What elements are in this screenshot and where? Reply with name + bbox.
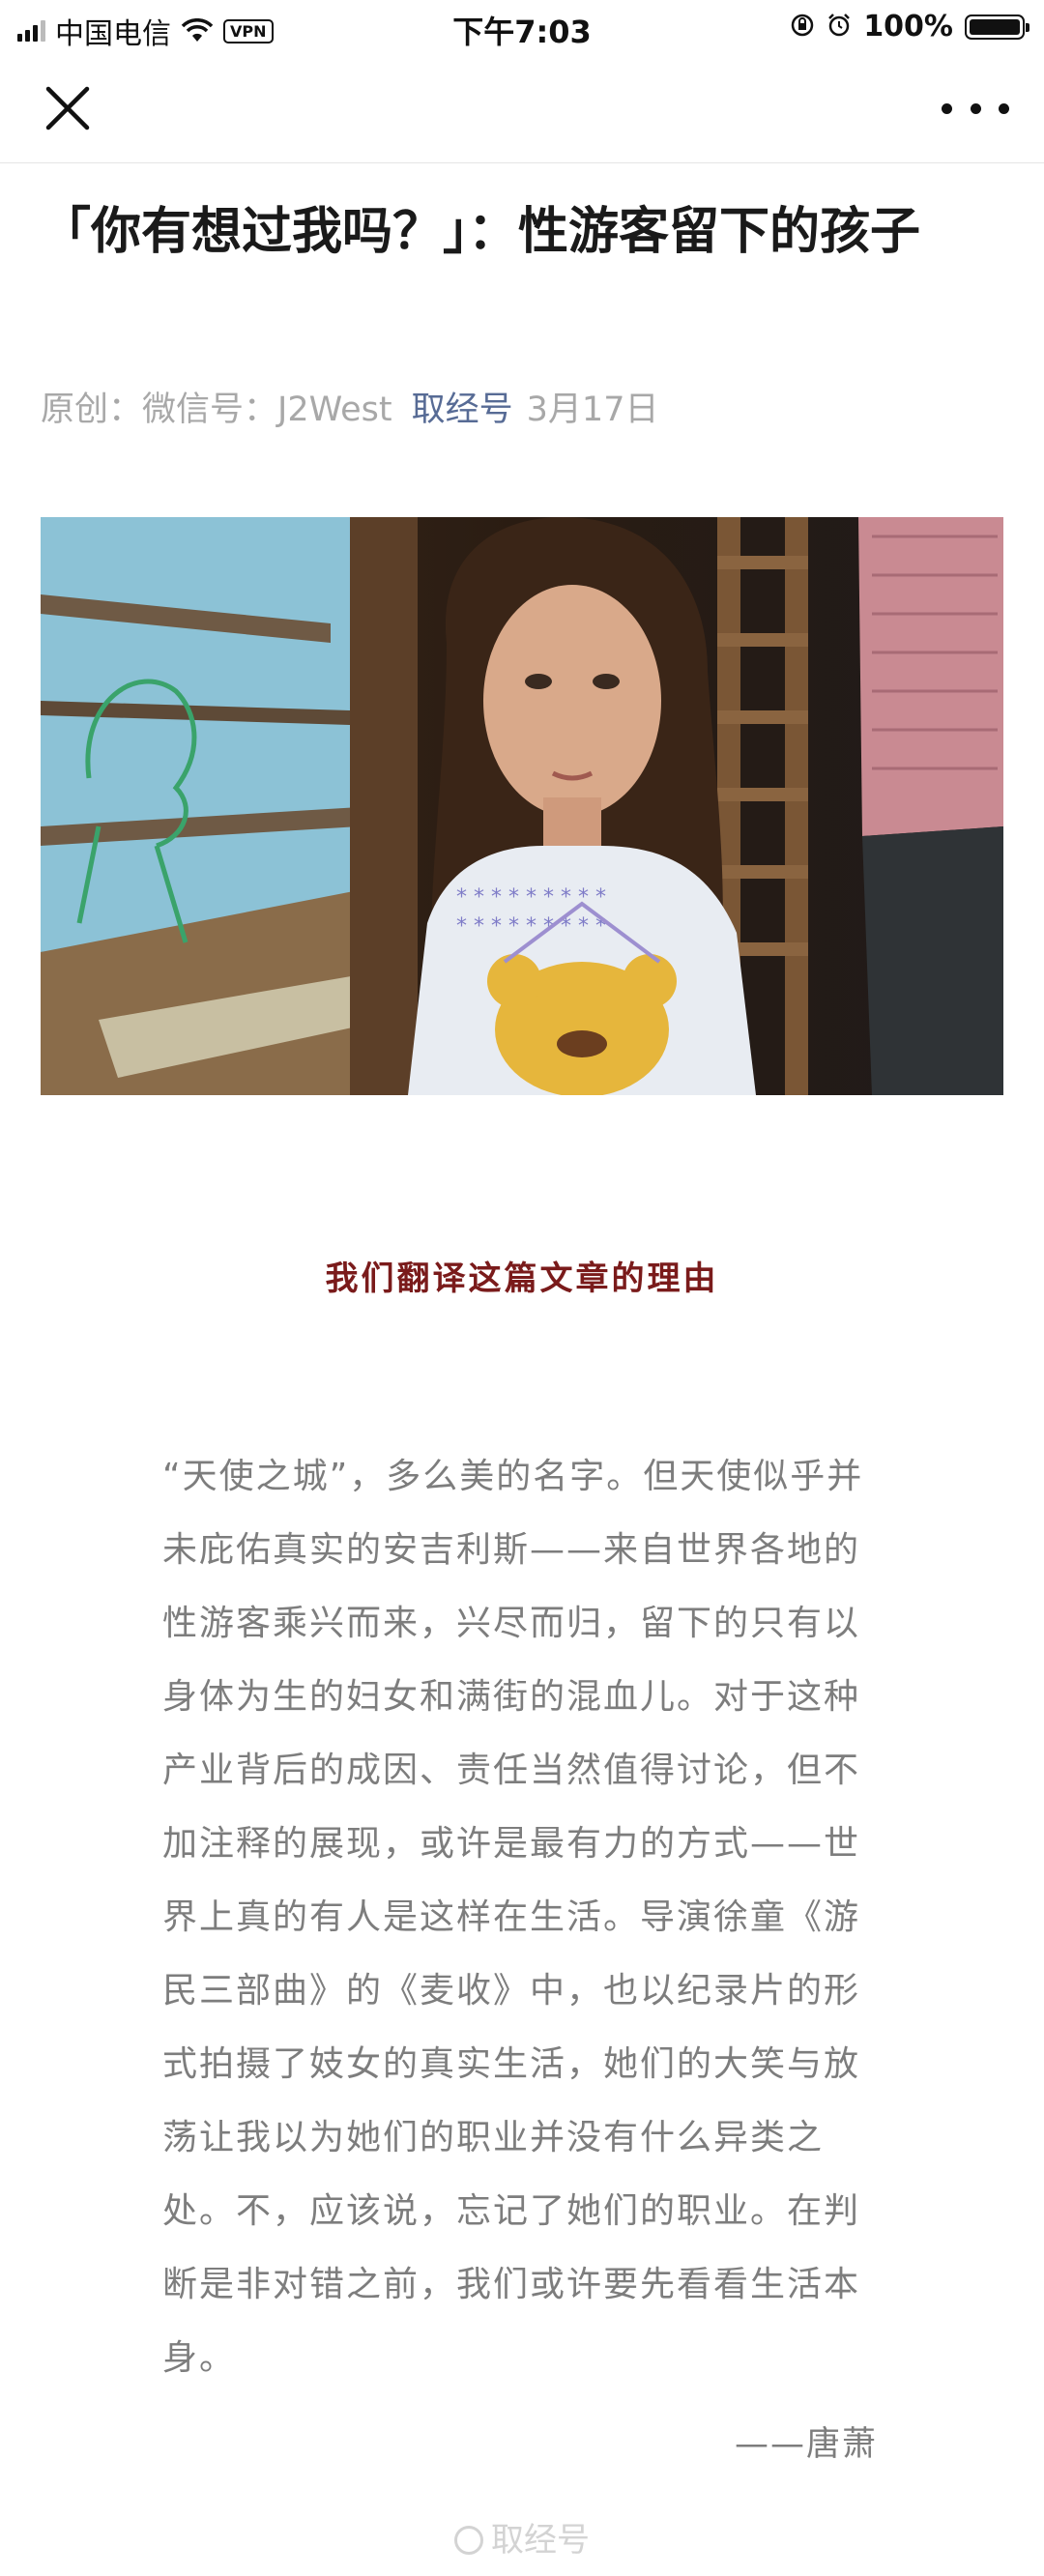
nav-bar [0, 54, 1044, 163]
watermark: 取经号 [0, 2513, 1044, 2561]
battery-icon [965, 14, 1030, 40]
svg-text:* * * * * * * * *: * * * * * * * * * [456, 914, 606, 939]
lock-rotation-icon [790, 13, 815, 42]
publish-date: 3月17日 [526, 391, 659, 429]
alarm-icon [826, 13, 852, 42]
battery-percent: 100% [863, 10, 953, 43]
account-link[interactable]: 取经号 [412, 391, 513, 429]
close-button[interactable] [39, 79, 97, 137]
hero-image[interactable]: * * * * * * * * * * * * * * * * * * [41, 517, 1003, 1095]
hero-illustration: * * * * * * * * * * * * * * * * * * [41, 517, 1003, 1095]
status-right: 100% [790, 10, 1030, 43]
signature: ——唐萧 [734, 2425, 878, 2464]
meta-prefix: 原创：微信号：J2West [41, 391, 392, 429]
status-bar: 中国电信 VPN 下午7:03 100% [0, 0, 1044, 54]
intro-paragraph: “天使之城”，多么美的名字。但天使似乎并未庇佑真实的安吉利斯——来自世界各地的性… [162, 1457, 864, 2378]
watermark-icon [454, 2526, 483, 2555]
watermark-text: 取经号 [491, 2521, 590, 2560]
more-icon [942, 102, 952, 114]
more-button[interactable] [942, 79, 1009, 137]
close-icon [45, 86, 90, 130]
article-title: 「你有想过我吗？」：性游客留下的孩子 [41, 203, 921, 261]
section-heading: 我们翻译这篇文章的理由 [325, 1259, 719, 1298]
article-meta: 原创：微信号：J2West 取经号 3月17日 [41, 382, 658, 431]
